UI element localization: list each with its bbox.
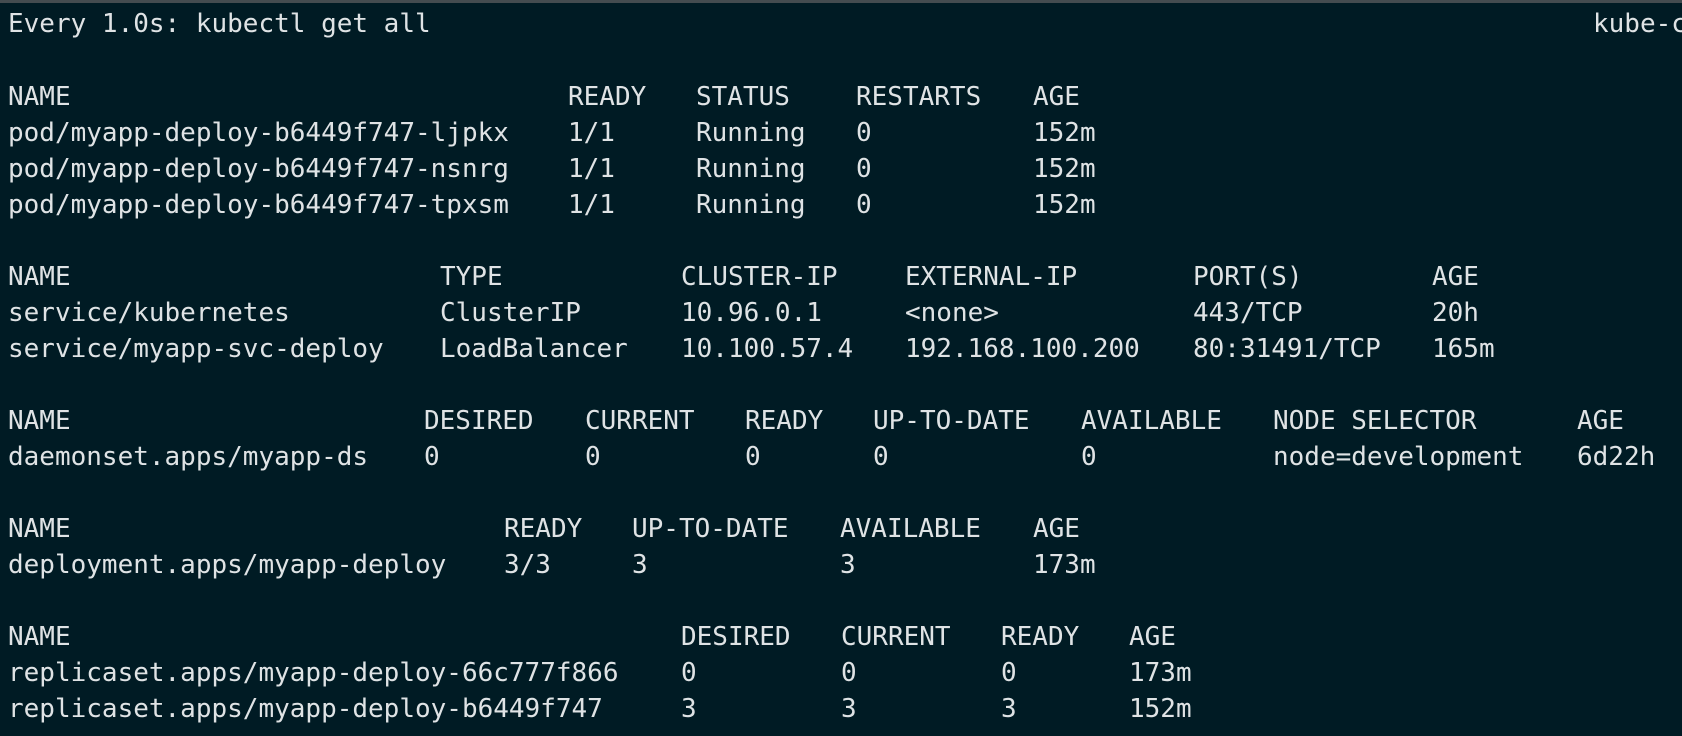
deployments-column-header: NAME <box>8 514 71 544</box>
replicasets-cell: 3 <box>841 694 857 724</box>
pods-column-header: AGE <box>1033 82 1080 112</box>
deployments-column-header: AVAILABLE <box>840 514 981 544</box>
daemonsets-cell: 0 <box>873 442 889 472</box>
daemonsets-column-header: NODE SELECTOR <box>1273 406 1477 436</box>
pods-cell: 0 <box>856 190 872 220</box>
services-cell: service/kubernetes <box>8 298 290 328</box>
services-cell: 192.168.100.200 <box>905 334 1140 364</box>
daemonsets-cell: daemonset.apps/myapp-ds <box>8 442 369 472</box>
pods-cell: 152m <box>1033 190 1096 220</box>
services-column-header: PORT(S) <box>1193 262 1303 292</box>
terminal-window[interactable]: Every 1.0s: kubectl get all kube-c NAME R… <box>0 0 1682 736</box>
replicasets-column-header: CURRENT <box>841 622 951 652</box>
daemonsets-column-header: AVAILABLE <box>1081 406 1222 436</box>
replicasets-cell: 0 <box>1001 658 1017 688</box>
watch-header: Every 1.0s: kubectl get all kube-c <box>0 7 1682 41</box>
services-cell: LoadBalancer <box>440 334 628 364</box>
deployments-cell: deployment.apps/myapp-deploy <box>8 550 447 580</box>
services-cell: 80:31491/TCP <box>1193 334 1381 364</box>
replicasets-cell: 0 <box>841 658 857 688</box>
replicasets-cell: 152m <box>1129 694 1192 724</box>
services-cell: 443/TCP <box>1193 298 1303 328</box>
pods-column-header: STATUS <box>696 82 790 112</box>
daemonsets-cell: 6d22h <box>1577 442 1656 472</box>
daemonsets-column-header: AGE <box>1577 406 1624 436</box>
daemonsets-column-header: READY <box>745 406 824 436</box>
deployments-cell: 3/3 <box>504 550 551 580</box>
daemonsets-cell: 0 <box>585 442 601 472</box>
services-cell: 10.100.57.4 <box>681 334 854 364</box>
services-cell: ClusterIP <box>440 298 581 328</box>
services-column-header: EXTERNAL-IP <box>905 262 1078 292</box>
pods-cell: 0 <box>856 154 872 184</box>
host-name: kube-c <box>1593 9 1682 39</box>
daemonsets-column-header: DESIRED <box>424 406 534 436</box>
replicasets-cell: 0 <box>681 658 697 688</box>
pods-cell: 152m <box>1033 118 1096 148</box>
pods-cell: 1/1 <box>568 190 615 220</box>
services-cell: service/myapp-svc-deploy <box>8 334 384 364</box>
deployments-column-header: READY <box>504 514 583 544</box>
deployments-column-header: AGE <box>1033 514 1080 544</box>
deployments-cell: 3 <box>840 550 856 580</box>
replicasets-cell: 3 <box>681 694 697 724</box>
daemonsets-column-header: NAME <box>8 406 71 436</box>
pods-column-header: NAME <box>8 82 71 112</box>
daemonsets-cell: 0 <box>1081 442 1097 472</box>
replicasets-column-header: NAME <box>8 622 71 652</box>
pods-cell: Running <box>696 154 806 184</box>
pods-column-header: RESTARTS <box>856 82 982 112</box>
pods-cell: pod/myapp-deploy-b6449f747-tpxsm <box>8 190 509 220</box>
services-column-header: CLUSTER-IP <box>681 262 838 292</box>
pods-cell: pod/myapp-deploy-b6449f747-nsnrg <box>8 154 509 184</box>
pods-column-header: READY <box>568 82 647 112</box>
deployments-cell: 173m <box>1033 550 1096 580</box>
pods-cell: pod/myapp-deploy-b6449f747-ljpkx <box>8 118 509 148</box>
replicasets-cell: 3 <box>1001 694 1017 724</box>
pods-cell: Running <box>696 190 806 220</box>
pods-cell: 1/1 <box>568 154 615 184</box>
daemonsets-column-header: UP-TO-DATE <box>873 406 1030 436</box>
services-column-header: AGE <box>1432 262 1479 292</box>
deployments-column-header: UP-TO-DATE <box>632 514 789 544</box>
daemonsets-cell: 0 <box>424 442 440 472</box>
replicasets-column-header: AGE <box>1129 622 1176 652</box>
daemonsets-cell: 0 <box>745 442 761 472</box>
pods-cell: 1/1 <box>568 118 615 148</box>
services-cell: 20h <box>1432 298 1479 328</box>
services-column-header: TYPE <box>440 262 503 292</box>
replicasets-column-header: DESIRED <box>681 622 791 652</box>
watch-command: Every 1.0s: kubectl get all <box>8 9 431 39</box>
services-cell: 10.96.0.1 <box>681 298 822 328</box>
pods-cell: 0 <box>856 118 872 148</box>
services-column-header: NAME <box>8 262 71 292</box>
replicasets-cell: 173m <box>1129 658 1192 688</box>
daemonsets-cell: node=development <box>1273 442 1524 472</box>
daemonsets-column-header: CURRENT <box>585 406 695 436</box>
replicasets-cell: replicaset.apps/myapp-deploy-b6449f747 <box>8 694 603 724</box>
pods-cell: Running <box>696 118 806 148</box>
replicasets-cell: replicaset.apps/myapp-deploy-66c777f866 <box>8 658 619 688</box>
pods-cell: 152m <box>1033 154 1096 184</box>
services-cell: 165m <box>1432 334 1495 364</box>
services-cell: <none> <box>905 298 999 328</box>
deployments-cell: 3 <box>632 550 648 580</box>
replicasets-column-header: READY <box>1001 622 1080 652</box>
